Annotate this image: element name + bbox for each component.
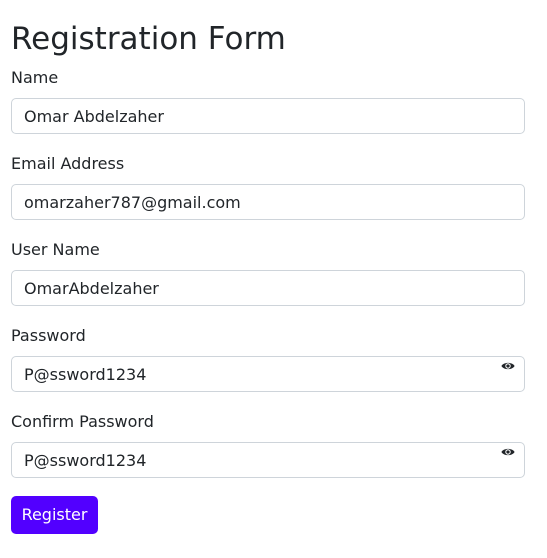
- password-input[interactable]: [12, 357, 524, 391]
- eye-icon[interactable]: [501, 445, 515, 459]
- email-label: Email Address: [11, 154, 125, 173]
- page-title: Registration Form: [11, 21, 286, 57]
- confirm-password-label: Confirm Password: [11, 412, 154, 431]
- email-field[interactable]: [11, 184, 525, 220]
- registration-page: Registration Form Name Email Address Use…: [0, 0, 547, 558]
- register-button[interactable]: Register: [11, 496, 98, 534]
- confirm-password-field[interactable]: [11, 442, 525, 478]
- email-input[interactable]: [12, 185, 524, 219]
- name-input[interactable]: [12, 99, 524, 133]
- password-field[interactable]: [11, 356, 525, 392]
- username-label: User Name: [11, 240, 100, 259]
- username-input[interactable]: [12, 271, 524, 305]
- password-label: Password: [11, 326, 86, 345]
- name-field[interactable]: [11, 98, 525, 134]
- name-label: Name: [11, 68, 59, 87]
- username-field[interactable]: [11, 270, 525, 306]
- eye-icon[interactable]: [501, 359, 515, 373]
- confirm-password-input[interactable]: [12, 443, 524, 477]
